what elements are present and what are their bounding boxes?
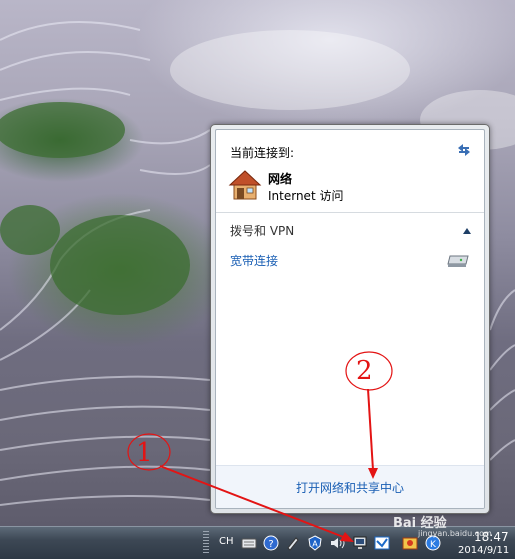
watermark-url: jingyan.baidu.com: [418, 529, 492, 538]
annotation-marker-1: 1: [136, 438, 153, 468]
security-icon[interactable]: [402, 535, 418, 551]
help-icon[interactable]: ?: [263, 535, 279, 551]
clock-date[interactable]: 2014/9/11: [458, 545, 509, 556]
network-icon[interactable]: [352, 535, 368, 551]
chevron-up-icon[interactable]: [462, 224, 472, 234]
modem-icon: [446, 254, 470, 268]
language-indicator[interactable]: CH: [219, 536, 234, 547]
refresh-icon[interactable]: [454, 141, 474, 159]
antivirus-icon[interactable]: A: [307, 535, 323, 551]
svg-text:A: A: [312, 540, 318, 549]
volume-icon[interactable]: [329, 535, 345, 551]
network-name: 网络: [268, 172, 293, 186]
open-network-sharing-center-link[interactable]: 打开网络和共享中心: [216, 479, 484, 496]
home-network-icon: [228, 168, 262, 202]
dialup-vpn-title: 拨号和 VPN: [230, 224, 295, 238]
svg-text:?: ?: [268, 539, 273, 550]
network-flyout-content: 当前连接到: 网络 Internet 访问 拨号和 VPN 宽带连接 打开网络和…: [215, 129, 485, 509]
network-entry[interactable]: 网络 Internet 访问: [228, 168, 428, 204]
flyout-footer: 打开网络和共享中心: [216, 465, 484, 508]
dialup-vpn-header[interactable]: 拨号和 VPN: [216, 213, 484, 245]
keyboard-icon[interactable]: [241, 535, 257, 551]
taskbar-grip[interactable]: [203, 531, 209, 555]
current-connection-title: 当前连接到:: [230, 146, 295, 160]
network-access-status: Internet 访问: [268, 189, 344, 203]
annotation-marker-2: 2: [356, 356, 373, 386]
app-icon[interactable]: [374, 535, 390, 551]
broadband-connection[interactable]: 宽带连接: [230, 252, 278, 269]
network-flyout: 当前连接到: 网络 Internet 访问 拨号和 VPN 宽带连接 打开网络和…: [210, 124, 490, 514]
pen-icon[interactable]: [285, 535, 301, 551]
